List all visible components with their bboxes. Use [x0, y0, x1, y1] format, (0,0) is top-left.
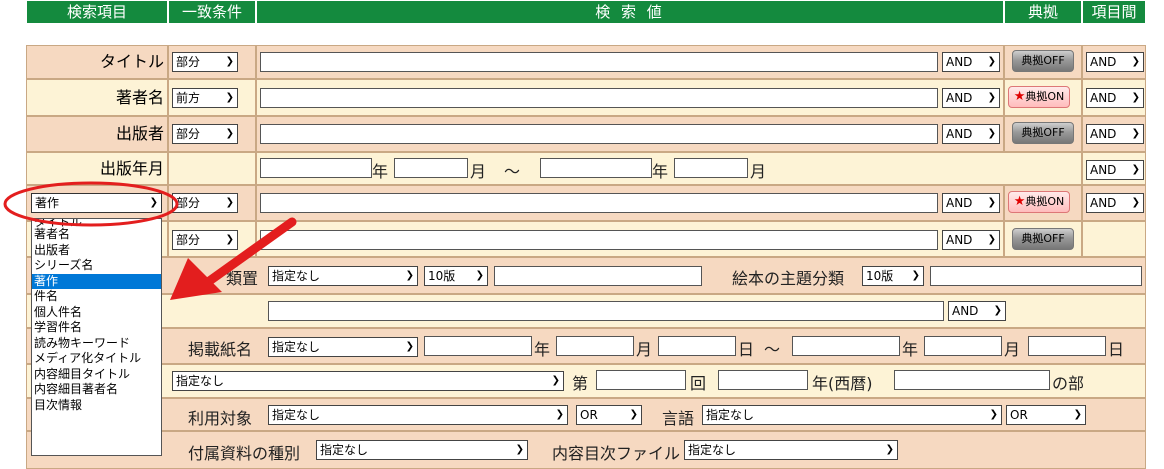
pointer-arrow-shaft — [203, 217, 297, 287]
annotation-overlay — [3, 181, 297, 300]
highlight-ellipse — [3, 181, 179, 227]
